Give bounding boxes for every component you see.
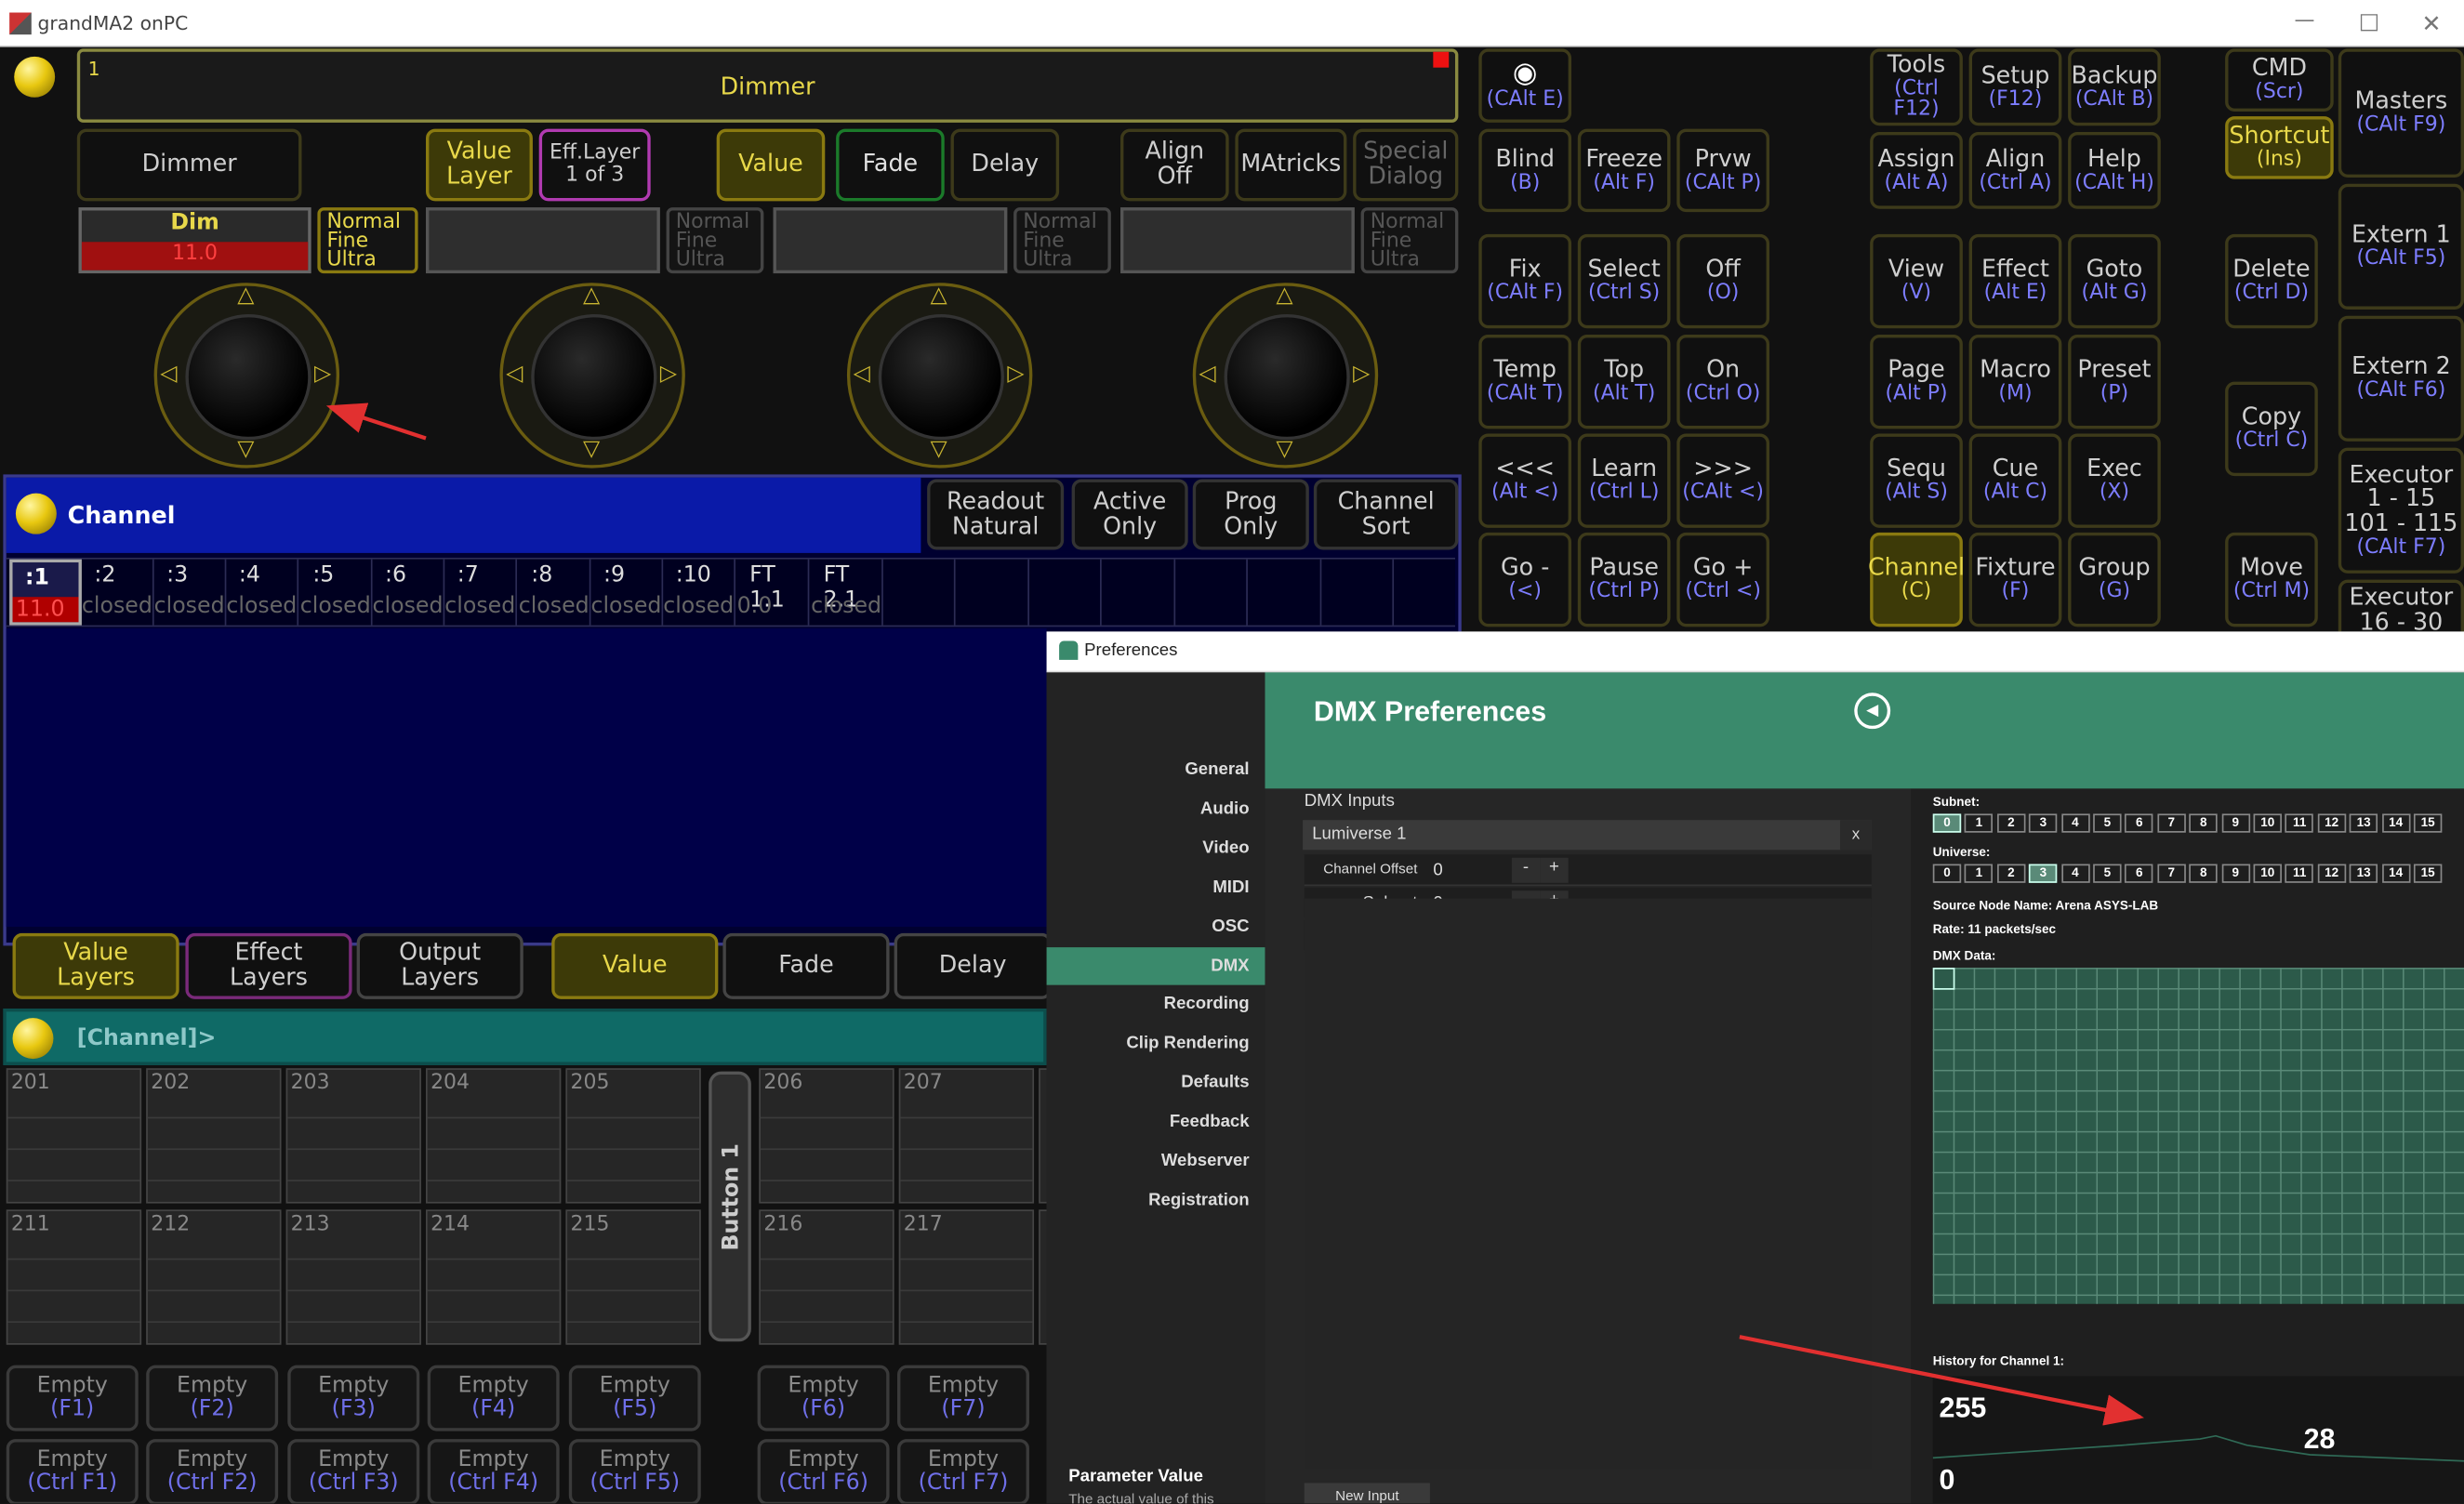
annotation-arrow-encoder xyxy=(325,402,427,441)
annotation-arrow-history xyxy=(1739,1335,2144,1426)
annotation-overlay xyxy=(325,402,2144,1426)
